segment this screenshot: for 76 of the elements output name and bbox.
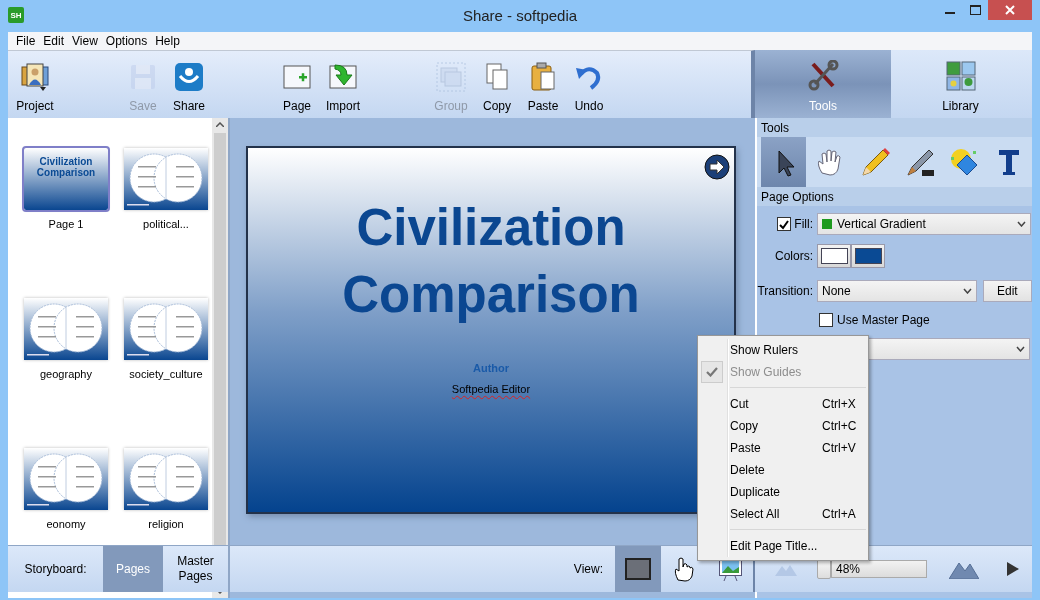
thumbnail-title: Civilization Comparison xyxy=(35,156,97,178)
field-label: Transition: xyxy=(757,284,813,298)
menu-item[interactable]: View xyxy=(68,34,102,48)
author-label: Author xyxy=(472,362,509,374)
photos-icon xyxy=(19,61,51,93)
page-label: religion xyxy=(148,518,184,530)
app-logo: SH xyxy=(8,7,24,23)
fill-dropdown[interactable]: Vertical Gradient xyxy=(817,213,1031,235)
field-label: Colors: xyxy=(774,249,813,263)
toolbar-button[interactable]: Project xyxy=(12,51,58,118)
page-label: geography xyxy=(40,368,92,380)
toolbar-button[interactable]: Import xyxy=(320,51,366,118)
toolbar-button[interactable]: Page xyxy=(274,51,320,118)
section-header: Page Options xyxy=(757,187,1032,206)
toolbar-button[interactable]: Copy xyxy=(474,51,520,118)
menu-item[interactable]: Edit xyxy=(39,34,69,48)
hand-cursor-icon xyxy=(674,556,694,582)
context-menu-item[interactable]: Select All Ctrl+A xyxy=(698,503,868,525)
dropdown-caret-icon xyxy=(1016,346,1025,352)
venn-thumbnail[interactable] xyxy=(24,448,108,510)
page-view-icon xyxy=(625,558,651,580)
group-icon xyxy=(435,61,467,93)
storyboard-tab[interactable]: Master Pages xyxy=(163,546,228,592)
check-icon xyxy=(778,218,791,230)
context-menu-item[interactable]: Edit Page Title... xyxy=(698,535,868,557)
page-thumbnail[interactable]: Civilization Comparison xyxy=(24,148,108,210)
dropdown-caret-icon xyxy=(1017,221,1026,227)
maximize-icon[interactable] xyxy=(969,5,981,15)
venn-thumbnail[interactable] xyxy=(124,298,208,360)
close-button[interactable] xyxy=(988,0,1032,20)
view-button[interactable] xyxy=(615,546,661,592)
toolbar-button[interactable]: Share xyxy=(166,51,212,118)
storyboard-label: Storyboard: xyxy=(23,560,88,578)
toolbar-button[interactable]: Undo xyxy=(566,51,612,118)
view-label: View: xyxy=(573,561,603,578)
venn-thumbnail[interactable] xyxy=(24,298,108,360)
page-label: political... xyxy=(143,218,189,230)
scrollbar[interactable] xyxy=(212,118,228,598)
page-label: Page 1 xyxy=(48,218,84,230)
dropdown-caret-icon xyxy=(962,288,972,294)
play-icon[interactable] xyxy=(1007,562,1019,576)
menu-item[interactable]: Help xyxy=(151,34,184,48)
context-menu-item[interactable]: Cut Ctrl+X xyxy=(698,393,868,415)
zoom-field[interactable]: 48% xyxy=(831,560,927,578)
venn-thumbnail[interactable] xyxy=(124,148,208,210)
checkbox-label: Use Master Page xyxy=(837,313,930,327)
section-header: Tools xyxy=(757,118,1032,137)
tools-icon xyxy=(807,60,839,92)
scroll-up-icon[interactable] xyxy=(216,122,224,127)
share-icon xyxy=(173,61,205,93)
context-menu-item[interactable]: Duplicate xyxy=(698,481,868,503)
close-icon xyxy=(1005,5,1015,15)
page-label: eonomy xyxy=(46,518,86,530)
zoom-handle[interactable] xyxy=(817,559,831,579)
field-label: Fill: xyxy=(794,217,813,231)
context-menu-item[interactable]: Show Rulers xyxy=(698,339,868,361)
transition-dropdown[interactable]: None xyxy=(817,280,977,302)
check-icon xyxy=(706,367,718,377)
context-menu-item[interactable]: Copy Ctrl+C xyxy=(698,415,868,437)
toolbar-button[interactable]: Paste xyxy=(520,51,566,118)
panel-tab[interactable]: Library xyxy=(891,50,1030,118)
slide-title: Civilization Comparison xyxy=(341,198,641,325)
context-menu-item[interactable]: Delete xyxy=(698,459,868,481)
checkbox[interactable] xyxy=(819,313,833,327)
author-name: Softpedia Editor xyxy=(451,383,531,395)
fill-swatch-icon xyxy=(822,219,832,229)
edit-button[interactable]: Edit xyxy=(982,280,1032,302)
page-label: society_culture xyxy=(129,368,203,380)
menu-item[interactable]: Options xyxy=(101,34,152,48)
menu-item[interactable]: File xyxy=(12,34,40,48)
venn-thumbnail[interactable] xyxy=(124,448,208,510)
checkbox[interactable] xyxy=(777,217,792,231)
tool-button[interactable] xyxy=(761,137,806,187)
library-icon xyxy=(944,60,977,92)
window-title: Share - softpedia xyxy=(462,7,578,24)
context-menu-item[interactable]: Paste Ctrl+V xyxy=(698,437,868,459)
